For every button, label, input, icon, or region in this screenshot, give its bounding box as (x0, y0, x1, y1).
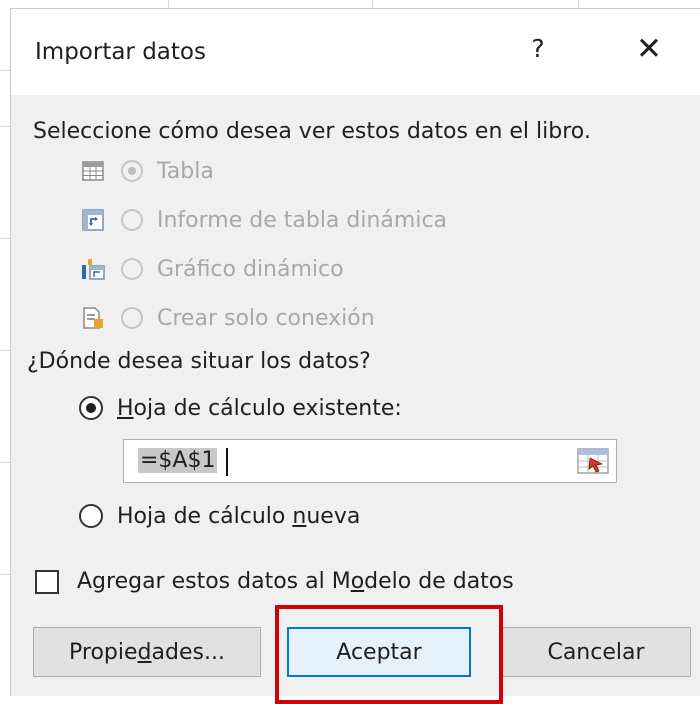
option-pivot-table-label: Informe de tabla dinámica (157, 207, 448, 233)
import-data-dialog: Importar datos ? ✕ Seleccione cómo desea… (10, 8, 700, 704)
existing-sheet-label: Hoja de cálculo existente: (117, 395, 402, 421)
pivot-chart-icon (82, 259, 105, 280)
range-input[interactable]: =$A$1 (123, 439, 617, 483)
option-table-label: Tabla (157, 158, 214, 184)
text-caret (226, 448, 228, 476)
pivot-chart-radio (121, 258, 143, 280)
sheet-gridline (0, 126, 10, 127)
option-connection-only-label: Crear solo conexión (157, 305, 375, 331)
ok-button[interactable]: Aceptar (287, 627, 471, 677)
existing-sheet-radio[interactable] (79, 396, 103, 420)
sheet-gridline (372, 0, 373, 8)
location-section-heading: ¿Dónde desea situar los datos? (27, 349, 371, 374)
close-button[interactable]: ✕ (629, 31, 669, 67)
option-pivot-chart-label: Gráfico dinámico (157, 256, 344, 282)
option-new-sheet[interactable]: Hoja de cálculo nueva (79, 499, 360, 533)
connection-icon (83, 307, 103, 329)
new-sheet-radio[interactable] (79, 504, 103, 528)
sheet-gridline (0, 350, 10, 351)
dialog-titlebar: Importar datos ? ✕ (11, 9, 700, 95)
option-table: Tabla (81, 154, 214, 188)
sheet-gridline (0, 70, 10, 71)
new-sheet-label: Hoja de cálculo nueva (117, 503, 361, 529)
help-button[interactable]: ? (523, 34, 553, 63)
properties-button[interactable]: Propie d ades... (33, 627, 261, 677)
option-connection-only: Crear solo conexión (81, 301, 375, 335)
collapse-dialog-icon[interactable] (576, 446, 610, 476)
connection-only-radio (121, 307, 143, 329)
sheet-gridline (168, 0, 169, 8)
data-model-label[interactable]: Agregar estos datos al Modelo de datos (77, 569, 514, 594)
sheet-gridline (0, 462, 10, 463)
sheet-gridline (0, 574, 10, 575)
data-model-checkbox[interactable] (35, 570, 59, 594)
table-icon (82, 161, 104, 181)
pivot-table-radio (121, 209, 143, 231)
view-section-heading: Seleccione cómo desea ver estos datos en… (33, 119, 591, 144)
option-existing-sheet[interactable]: Hoja de cálculo existente: (79, 391, 402, 425)
sheet-gridline (578, 0, 579, 8)
dialog-title: Importar datos (35, 39, 206, 65)
sheet-gridline (0, 238, 10, 239)
range-value: =$A$1 (138, 448, 218, 473)
cancel-button[interactable]: Cancelar (501, 627, 691, 677)
option-pivot-chart: Gráfico dinámico (81, 252, 344, 286)
option-pivot-table: Informe de tabla dinámica (81, 203, 447, 237)
table-radio (121, 160, 143, 182)
pivot-table-icon (82, 209, 104, 231)
